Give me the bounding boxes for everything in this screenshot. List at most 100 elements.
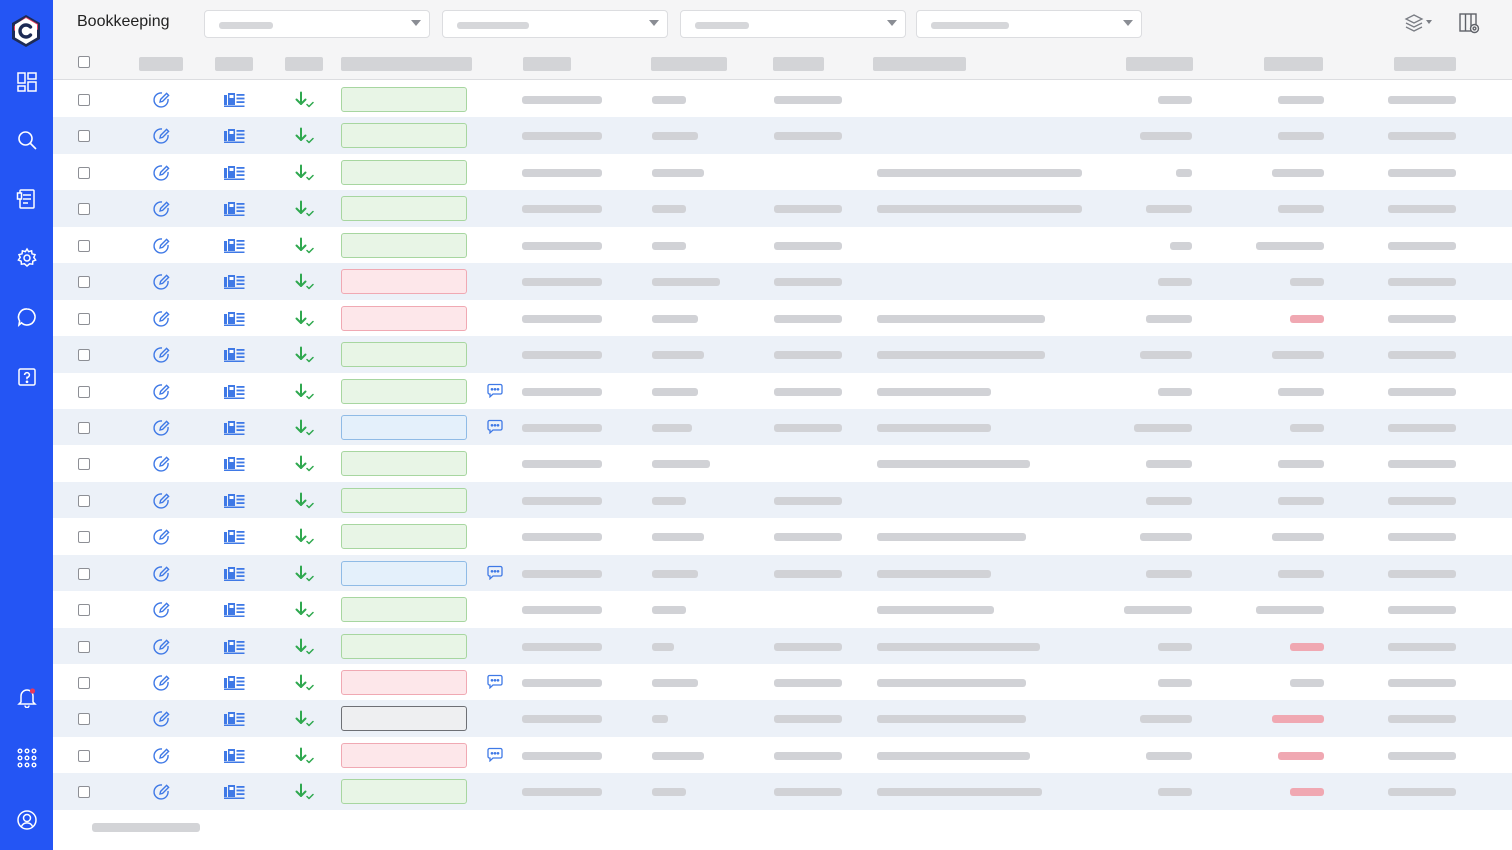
edit-icon[interactable] (152, 601, 170, 619)
documents-icon[interactable] (224, 711, 245, 727)
gear-icon[interactable] (14, 245, 40, 271)
row-checkbox[interactable] (78, 604, 90, 617)
table-row[interactable] (53, 700, 1512, 737)
edit-icon[interactable] (152, 492, 170, 510)
status-badge-green[interactable] (341, 232, 467, 258)
row-checkbox[interactable] (78, 494, 90, 507)
status-badge-green[interactable] (341, 123, 467, 149)
table-row[interactable] (53, 81, 1512, 117)
edit-icon[interactable] (152, 127, 170, 145)
documents-icon[interactable] (224, 456, 245, 472)
status-badge-green[interactable] (341, 342, 467, 368)
download-check-icon[interactable] (294, 710, 314, 728)
table-row[interactable] (53, 554, 1512, 592)
edit-icon[interactable] (152, 528, 170, 546)
documents-icon[interactable] (224, 784, 245, 800)
status-badge-green[interactable] (341, 159, 467, 185)
documents-icon[interactable] (224, 602, 245, 618)
documents-icon[interactable] (224, 238, 245, 253)
column-header-download[interactable] (285, 57, 323, 71)
column-settings-icon[interactable] (1457, 10, 1487, 36)
edit-icon[interactable] (152, 674, 170, 692)
download-check-icon[interactable] (294, 127, 314, 145)
table-row[interactable] (53, 591, 1512, 627)
download-check-icon[interactable] (294, 346, 314, 364)
table-row[interactable] (53, 300, 1512, 336)
comment-icon[interactable] (487, 565, 503, 580)
edit-icon[interactable] (152, 237, 170, 255)
column-header-9[interactable] (1126, 57, 1193, 71)
table-row[interactable] (53, 190, 1512, 227)
status-badge-green[interactable] (341, 524, 467, 550)
documents-icon[interactable] (224, 384, 245, 399)
search-icon[interactable] (14, 127, 40, 153)
comment-icon[interactable] (487, 383, 503, 398)
edit-icon[interactable] (152, 783, 170, 801)
comment-icon[interactable] (487, 674, 503, 690)
status-badge-red[interactable] (341, 670, 467, 695)
download-check-icon[interactable] (294, 747, 314, 765)
documents-icon[interactable] (224, 165, 245, 180)
documents-icon[interactable] (224, 748, 245, 763)
table-row[interactable] (53, 773, 1512, 810)
download-check-icon[interactable] (294, 455, 314, 473)
edit-icon[interactable] (152, 419, 170, 437)
select-all-checkbox[interactable] (78, 56, 90, 68)
column-header-7[interactable] (773, 57, 824, 71)
table-row[interactable] (53, 627, 1512, 664)
table-row[interactable] (53, 664, 1512, 700)
table-row[interactable] (53, 518, 1512, 554)
documents-icon[interactable] (224, 493, 245, 508)
documents-icon[interactable] (224, 529, 245, 545)
status-badge-red[interactable] (341, 269, 467, 295)
column-header-edit[interactable] (139, 57, 183, 71)
table-row[interactable] (53, 263, 1512, 300)
user-account-icon[interactable] (14, 807, 40, 833)
edit-icon[interactable] (152, 638, 170, 656)
c-logo[interactable] (9, 14, 43, 48)
documents-icon[interactable] (224, 128, 245, 144)
table-row[interactable] (53, 445, 1512, 481)
download-check-icon[interactable] (294, 783, 314, 801)
row-checkbox[interactable] (78, 166, 90, 179)
filter-dropdown-3[interactable] (680, 10, 906, 38)
table-row[interactable] (53, 373, 1512, 409)
download-check-icon[interactable] (294, 638, 314, 656)
table-row[interactable] (53, 336, 1512, 373)
column-header-10[interactable] (1264, 57, 1323, 71)
download-check-icon[interactable] (294, 492, 314, 510)
row-checkbox[interactable] (78, 203, 90, 216)
download-check-icon[interactable] (294, 383, 314, 401)
column-header-8[interactable] (873, 57, 966, 71)
filter-dropdown-4[interactable] (916, 10, 1142, 38)
download-check-icon[interactable] (294, 419, 314, 437)
table-row[interactable] (53, 408, 1512, 446)
edit-icon[interactable] (152, 310, 170, 328)
documents-icon[interactable] (14, 186, 40, 212)
status-badge-gray[interactable] (341, 706, 467, 732)
documents-icon[interactable] (224, 201, 245, 217)
row-checkbox[interactable] (78, 531, 90, 544)
dashboard-icon[interactable] (14, 69, 40, 95)
documents-icon[interactable] (224, 675, 245, 690)
edit-icon[interactable] (152, 383, 170, 401)
documents-icon[interactable] (224, 639, 245, 654)
edit-icon[interactable] (152, 273, 170, 291)
row-checkbox[interactable] (78, 640, 90, 653)
documents-icon[interactable] (224, 92, 245, 107)
edit-icon[interactable] (152, 91, 170, 109)
column-header-6[interactable] (651, 57, 727, 71)
status-badge-green[interactable] (341, 597, 467, 623)
download-check-icon[interactable] (294, 601, 314, 619)
download-check-icon[interactable] (294, 164, 314, 182)
download-check-icon[interactable] (294, 565, 314, 583)
status-badge-green[interactable] (341, 87, 467, 112)
row-checkbox[interactable] (78, 312, 90, 325)
column-header-5[interactable] (523, 57, 571, 71)
apps-grid-icon[interactable] (14, 745, 40, 771)
table-row[interactable] (53, 737, 1512, 773)
download-check-icon[interactable] (294, 273, 314, 291)
documents-icon[interactable] (224, 566, 245, 581)
edit-icon[interactable] (152, 164, 170, 182)
row-checkbox[interactable] (78, 786, 90, 799)
